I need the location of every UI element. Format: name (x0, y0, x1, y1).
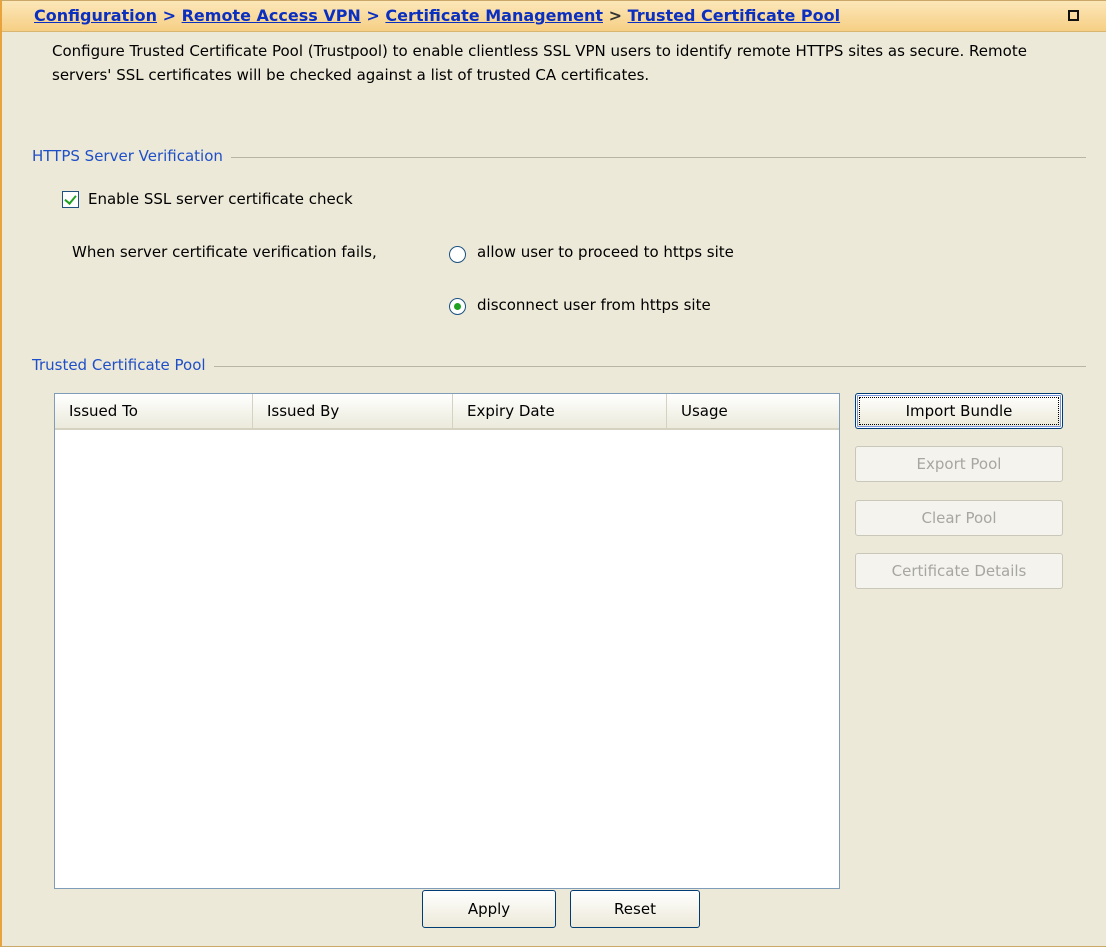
group-title-https-verification: HTTPS Server Verification (32, 147, 231, 165)
breadcrumb-separator: > (162, 6, 177, 25)
verification-fail-prompt: When server certificate verification fai… (72, 243, 377, 261)
focus-ring (859, 397, 1059, 425)
column-header-expiry-date[interactable]: Expiry Date (453, 394, 667, 428)
clear-pool-button[interactable]: Clear Pool (855, 500, 1063, 536)
panel-frame: Configuration > Remote Access VPN > Cert… (0, 0, 1106, 947)
import-bundle-button[interactable]: Import Bundle (855, 393, 1063, 429)
radio-disconnect-user-label: disconnect user from https site (477, 296, 711, 314)
breadcrumb: Configuration > Remote Access VPN > Cert… (34, 6, 840, 25)
radio-disconnect-user[interactable] (449, 298, 466, 315)
table-header: Issued To Issued By Expiry Date Usage (55, 394, 839, 430)
breadcrumb-separator: > (366, 6, 380, 25)
breadcrumb-remote-access-vpn[interactable]: Remote Access VPN (182, 6, 361, 25)
maximize-icon[interactable] (1068, 10, 1079, 21)
breadcrumb-separator: > (608, 6, 622, 25)
group-title-trusted-pool: Trusted Certificate Pool (32, 356, 214, 374)
page-description: Configure Trusted Certificate Pool (Trus… (52, 42, 1027, 84)
breadcrumb-trusted-certificate-pool[interactable]: Trusted Certificate Pool (628, 6, 841, 25)
breadcrumb-certificate-management[interactable]: Certificate Management (385, 6, 603, 25)
apply-button[interactable]: Apply (422, 890, 556, 928)
checkmark-icon (64, 192, 77, 205)
reset-button[interactable]: Reset (570, 890, 700, 928)
breadcrumb-configuration[interactable]: Configuration (34, 6, 157, 25)
column-header-usage[interactable]: Usage (667, 394, 839, 428)
column-header-issued-by[interactable]: Issued By (253, 394, 453, 428)
panel-header: Configuration > Remote Access VPN > Cert… (2, 1, 1106, 32)
enable-ssl-check-checkbox[interactable] (62, 191, 79, 208)
radio-selected-dot-icon (454, 303, 461, 310)
radio-allow-proceed-label: allow user to proceed to https site (477, 243, 734, 261)
enable-ssl-check-label: Enable SSL server certificate check (88, 190, 353, 208)
certificate-details-button[interactable]: Certificate Details (855, 553, 1063, 589)
export-pool-button[interactable]: Export Pool (855, 446, 1063, 482)
certificate-table[interactable]: Issued To Issued By Expiry Date Usage (54, 393, 840, 889)
column-header-issued-to[interactable]: Issued To (55, 394, 253, 428)
radio-allow-proceed[interactable] (449, 246, 466, 263)
